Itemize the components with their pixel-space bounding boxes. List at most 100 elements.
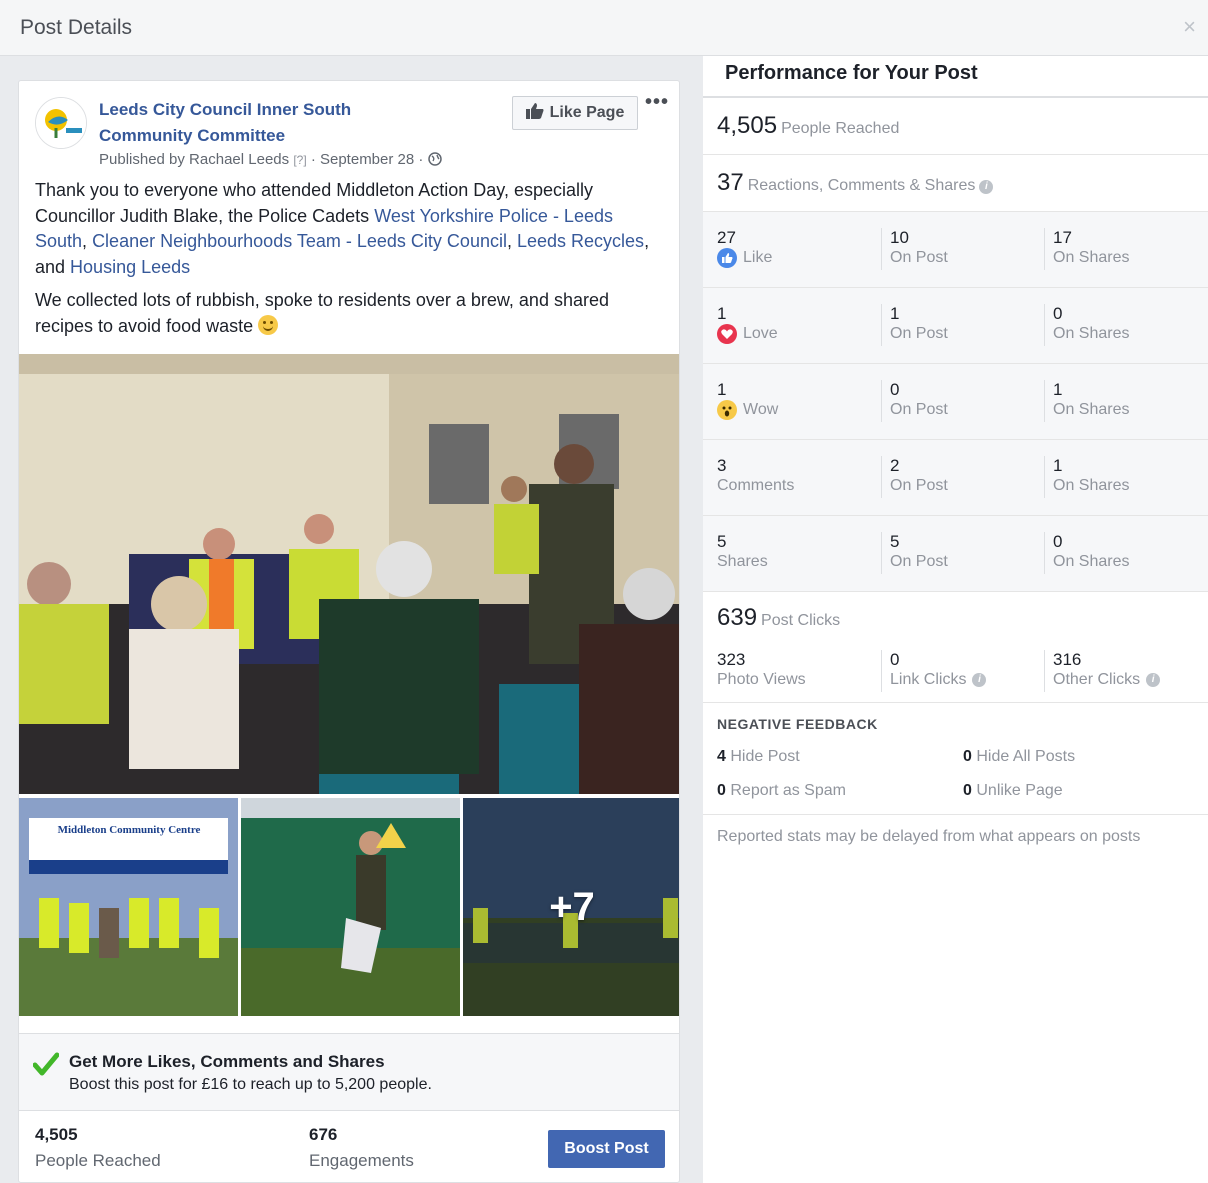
tag-housing-leeds[interactable]: Housing Leeds [70, 257, 190, 277]
on-shares-count: 0 [1053, 304, 1063, 323]
row-label: Shares [717, 553, 768, 570]
tag-leeds-recycles[interactable]: Leeds Recycles [517, 231, 644, 251]
wow-reaction-icon [717, 400, 737, 420]
checkmark-icon [32, 1052, 60, 1081]
photo-views-count: 323 [717, 650, 746, 669]
smiley-emoji-icon [258, 314, 279, 335]
boost-subtitle: Boost this post for £16 to reach up to 5… [69, 1076, 432, 1093]
people-reached-count: 4,505 [35, 1125, 78, 1144]
on-post-count: 10 [890, 228, 909, 247]
negative-feedback-title: NEGATIVE FEEDBACK [717, 716, 878, 732]
row-label: Like [743, 249, 773, 266]
on-post-count: 1 [890, 304, 900, 323]
boost-promo: Get More Likes, Comments and Shares Boos… [19, 1033, 679, 1111]
boost-post-button[interactable]: Boost Post [548, 1130, 665, 1168]
reactions-section: 37 Reactions, Comments & Shares i [703, 155, 1208, 212]
on-shares-label: On Shares [1053, 401, 1130, 418]
clicks-label: Post Clicks [761, 612, 841, 629]
post-text-2-body: We collected lots of rubbish, spoke to r… [35, 290, 609, 336]
spam-stat: 0 Report as Spam [717, 782, 846, 800]
on-post-label: On Post [890, 325, 948, 342]
row-total: 27 [717, 228, 736, 247]
love-reaction-icon [717, 324, 737, 344]
on-shares-count: 1 [1053, 456, 1063, 475]
photo-thumbnail[interactable] [241, 798, 460, 1016]
post-text-2: We collected lots of rubbish, spoke to r… [35, 288, 655, 339]
hide-post-stat: 4 Hide Post [717, 748, 800, 766]
row-label: Wow [743, 401, 779, 418]
more-options-icon[interactable]: ••• [645, 91, 669, 114]
help-link[interactable]: [?] [293, 153, 306, 167]
on-post-count: 5 [890, 532, 900, 551]
on-post-label: On Post [890, 477, 948, 494]
dialog-header: Post Details × [0, 0, 1208, 56]
spam-label: Report as Spam [730, 782, 846, 799]
boost-title: Get More Likes, Comments and Shares [69, 1052, 385, 1071]
hide-post-count: 4 [717, 748, 726, 765]
info-icon[interactable]: i [972, 673, 987, 687]
on-shares-label: On Shares [1053, 553, 1130, 570]
post-meta: Published by Rachael Leeds [?] · Septemb… [99, 151, 442, 170]
publisher-text: Published by Rachael Leeds [99, 151, 290, 168]
more-photos-count: +7 [549, 884, 595, 929]
community-centre-sign: Middleton Community Centre [57, 824, 201, 836]
on-post-label: On Post [890, 249, 948, 266]
globe-icon [427, 152, 442, 170]
on-post-count: 0 [890, 380, 900, 399]
on-shares-label: On Shares [1053, 249, 1130, 266]
reactions-number: 37 [717, 169, 744, 196]
unlike-stat: 0 Unlike Page [963, 782, 1063, 800]
reactions-label: Reactions, Comments & Shares [747, 177, 976, 194]
breakdown-row-wow: 1 Wow 0 On Post 1 On Shares [703, 364, 1208, 440]
post-clicks-section: 639 Post Clicks 323 Photo Views 0 Link Clic… [703, 592, 1208, 703]
close-icon[interactable]: × [1183, 16, 1196, 38]
on-post-label: On Post [890, 553, 948, 570]
breakdown-row-like: 27 Like 10 On Post 17 On Shares [703, 212, 1208, 288]
photo-views-label: Photo Views [717, 671, 806, 688]
on-shares-count: 0 [1053, 532, 1063, 551]
tag-cleaner-neighbourhoods[interactable]: Cleaner Neighbourhoods Team - Leeds City… [92, 231, 507, 251]
page-avatar[interactable] [35, 97, 87, 149]
row-label: Love [743, 325, 778, 342]
other-clicks-label: Other Clicks [1053, 671, 1141, 688]
divider [703, 814, 1208, 815]
row-label: Comments [717, 477, 795, 494]
post-text-sep: , [82, 231, 93, 251]
info-icon[interactable]: i [979, 180, 994, 194]
photo-thumbnail-more[interactable]: +7 [463, 798, 679, 1016]
on-shares-count: 1 [1053, 380, 1063, 399]
on-shares-label: On Shares [1053, 477, 1130, 494]
breakdown-row-love: 1 Love 1 On Post 0 On Shares [703, 288, 1208, 364]
link-clicks-count: 0 [890, 650, 900, 669]
engagements-label: Engagements [309, 1151, 414, 1170]
engagements-count: 676 [309, 1125, 338, 1144]
breakdown-row-comments: 3 Comments 2 On Post 1 On Shares [703, 440, 1208, 516]
performance-panel: Performance for Your Post 4,505 People Re… [703, 56, 1208, 1183]
page-name-link[interactable]: Leeds City Council Inner South Community… [99, 97, 419, 149]
post-card: Leeds City Council Inner South Community… [18, 80, 680, 1183]
other-clicks-count: 316 [1053, 650, 1082, 669]
main-photo[interactable] [19, 354, 679, 794]
on-shares-label: On Shares [1053, 325, 1130, 342]
hide-post-label: Hide Post [730, 748, 800, 765]
post-text: Thank you to everyone who attended Middl… [35, 178, 655, 280]
people-reached-section: 4,505 People Reached [703, 98, 1208, 155]
like-page-button[interactable]: Like Page [512, 96, 638, 130]
breakdown-row-shares: 5 Shares 5 On Post 0 On Shares [703, 516, 1208, 592]
stats-delay-note: Reported stats may be delayed from what … [717, 828, 1141, 845]
hide-all-label: Hide All Posts [976, 748, 1076, 765]
post-date[interactable]: · September 28 · [311, 151, 424, 168]
thumbs-up-icon [525, 102, 544, 124]
on-post-label: On Post [890, 401, 948, 418]
dialog-title: Post Details [20, 16, 133, 39]
info-icon[interactable]: i [1146, 673, 1161, 687]
hide-all-count: 0 [963, 748, 972, 765]
photo-thumbnail[interactable]: Middleton Community Centre [19, 798, 238, 1016]
like-reaction-icon [717, 248, 737, 268]
spam-count: 0 [717, 782, 726, 799]
hide-all-stat: 0 Hide All Posts [963, 748, 1075, 766]
on-shares-count: 17 [1053, 228, 1072, 247]
row-total: 1 [717, 380, 727, 399]
row-total: 5 [717, 532, 727, 551]
unlike-count: 0 [963, 782, 972, 799]
